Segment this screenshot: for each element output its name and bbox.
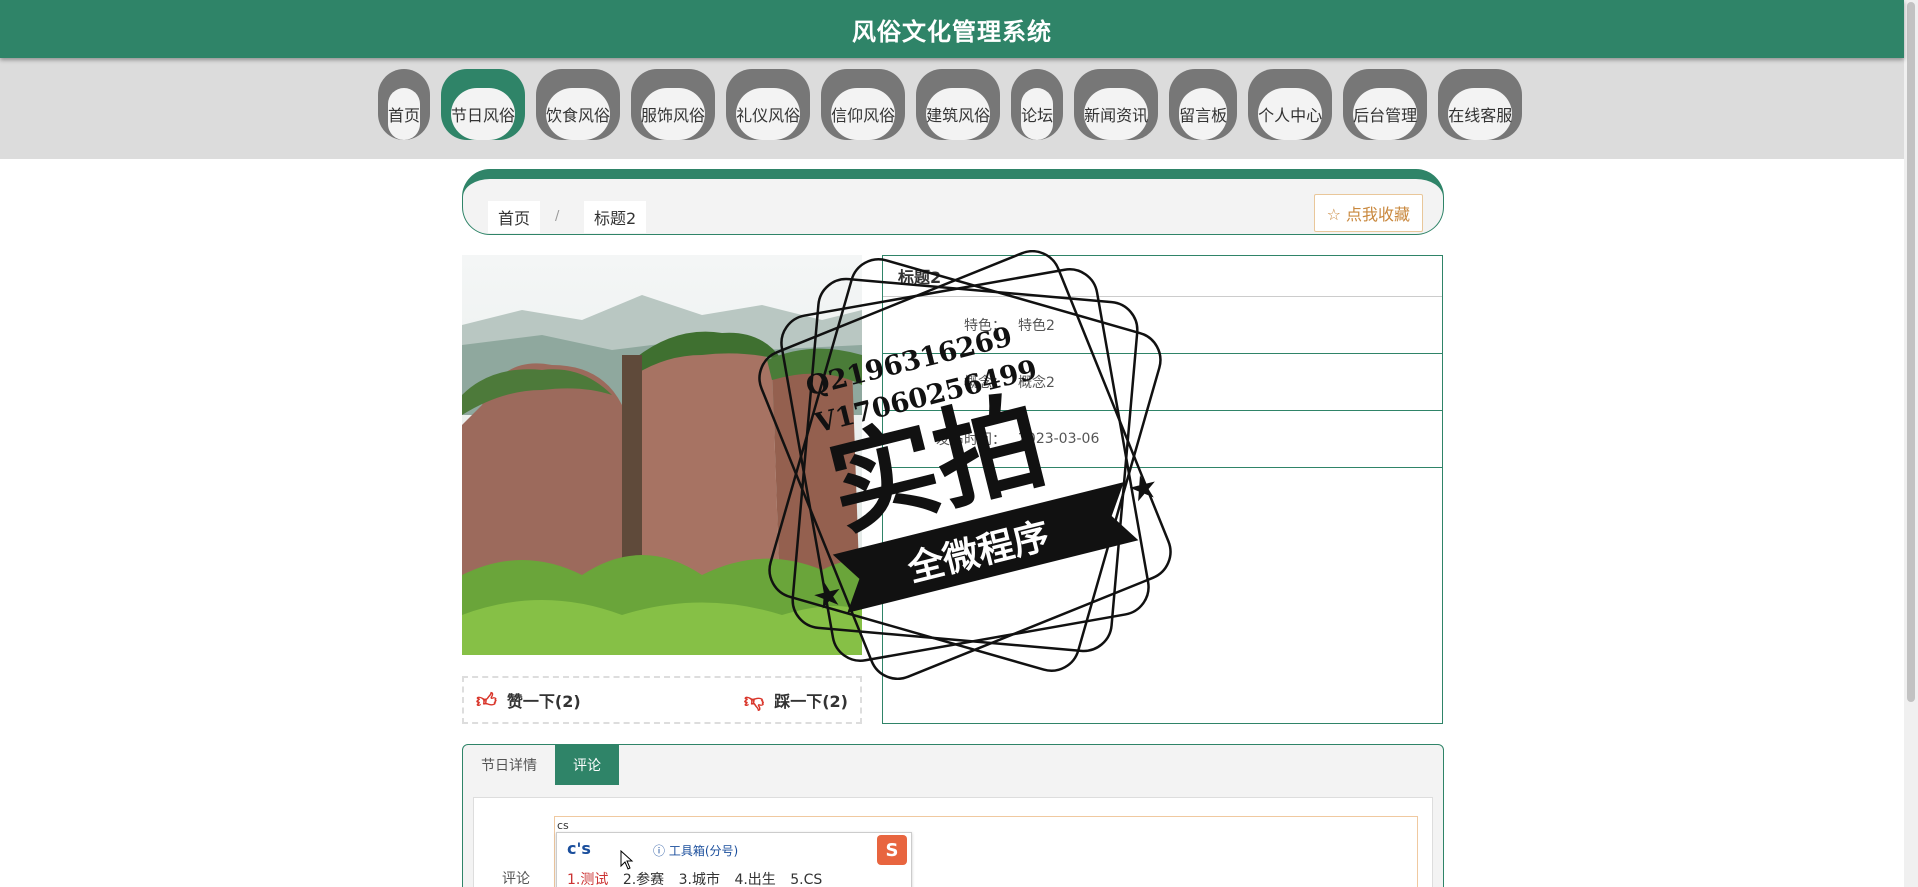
site-title: 风俗文化管理系统 (852, 17, 1052, 46)
nav-bar: 首页 节日风俗 饮食风俗 服饰风俗 礼仪风俗 信仰风俗 建筑风俗 论坛 新闻资讯 留言板 个人中心后… (0, 58, 1904, 159)
info-row: 发布时间： 2023-03-06 (883, 411, 1442, 468)
tab-comments[interactable]: 评论 (555, 745, 619, 785)
ime-popup: cs c's ⓘ 工具箱(分号) S 1.测试 2.参赛 3.城市 4.出生 5… (556, 819, 912, 887)
nav-item[interactable]: 个人中心 (1248, 69, 1333, 140)
like-label: 赞一下(2) (506, 692, 581, 711)
top-header: 风俗文化管理系统 (0, 0, 1904, 58)
nav-menu: 首页 节日风俗 饮食风俗 服饰风俗 礼仪风俗 信仰风俗 建筑风俗 论坛 新闻资讯 留言板 个人中心后… (378, 69, 1533, 140)
comment-label: 评论 (502, 871, 530, 887)
breadcrumb-home[interactable]: 首页 (488, 201, 541, 233)
like-button[interactable]: 👍︎ 赞一下(2) (476, 688, 581, 713)
vote-bar: 👍︎ 赞一下(2) 👎︎ 踩一下(2) (462, 676, 862, 724)
favorite-button[interactable]: ☆ 点我收藏 (1313, 194, 1423, 232)
nav-item[interactable]: 礼仪风俗 (726, 69, 811, 140)
feature-photo (462, 255, 862, 655)
nav-item[interactable]: 在线客服 (1438, 69, 1523, 140)
breadcrumb-separator: / (555, 209, 560, 224)
ime-candidate[interactable]: 2.参赛 (623, 872, 664, 887)
mouse-cursor-icon (620, 850, 634, 870)
dislike-label: 踩一下(2) (774, 692, 848, 711)
nav-item[interactable]: 饮食风俗 (536, 69, 621, 140)
nav-item[interactable]: 节日风俗 (441, 69, 526, 140)
dislike-button[interactable]: 👎︎ 踩一下(2) (744, 688, 848, 713)
nav-item-label: 首页 (388, 88, 421, 140)
nav-item-label: 留言板 (1179, 88, 1228, 140)
ime-candidate[interactable]: 3.城市 (679, 872, 720, 887)
nav-item-label: 信仰风俗 (831, 88, 896, 140)
ime-toolbox[interactable]: ⓘ 工具箱(分号) (653, 842, 738, 859)
breadcrumb-current[interactable]: 标题2 (584, 201, 647, 233)
info-title: 标题2 (883, 256, 1442, 297)
nav-item[interactable]: 信仰风俗 (821, 69, 906, 140)
info-row: 概念： 概念2 (883, 354, 1442, 411)
page-scrollbar[interactable] (1904, 0, 1918, 887)
ime-candidates: 1.测试 2.参赛 3.城市 4.出生 5.CS (567, 869, 832, 887)
nav-item[interactable]: 服饰风俗 (631, 69, 716, 140)
ime-composition: c's (567, 839, 591, 858)
breadcrumb: 首页 / 标题2 ☆ 点我收藏 (462, 169, 1444, 235)
info-value: 概念2 (1018, 375, 1055, 391)
info-value: 2023-03-06 (1018, 431, 1100, 447)
thumbs-up-icon: 👍︎ (476, 687, 497, 712)
scrollbar-thumb[interactable] (1907, 2, 1915, 702)
nav-item-label: 后台管理 (1353, 88, 1418, 140)
nav-item-label: 在线客服 (1448, 88, 1513, 140)
nav-item-label: 个人中心 (1258, 88, 1323, 140)
info-panel: 标题2 特色： 特色2 概念： 概念2 发布时间： 2023-03-06 (882, 255, 1443, 724)
nav-item[interactable]: 后台管理 (1343, 69, 1428, 140)
tab-festival-detail[interactable]: 节日详情 (463, 745, 555, 785)
sogou-logo-icon: S (877, 835, 907, 865)
info-key: 特色： (964, 318, 1006, 334)
ime-candidate[interactable]: 1.测试 (567, 872, 608, 887)
nav-item-label: 饮食风俗 (546, 88, 611, 140)
nav-item[interactable]: 新闻资讯 (1074, 69, 1159, 140)
nav-item[interactable]: 留言板 (1169, 69, 1238, 140)
ime-toolbox-label: 工具箱(分号) (668, 844, 739, 858)
ime-candidate[interactable]: 4.出生 (734, 872, 775, 887)
nav-item-label: 论坛 (1021, 88, 1054, 140)
nav-item-label: 建筑风俗 (926, 88, 991, 140)
nav-item[interactable]: 首页 (378, 69, 431, 140)
info-row: 特色： 特色2 (883, 297, 1442, 354)
nav-item-label: 礼仪风俗 (736, 88, 801, 140)
nav-item[interactable]: 建筑风俗 (916, 69, 1001, 140)
nav-item-label: 节日风俗 (451, 88, 516, 140)
ime-candidate[interactable]: 5.CS (790, 872, 822, 887)
info-key: 概念： (964, 375, 1006, 391)
info-value: 特色2 (1018, 318, 1055, 334)
info-key: 发布时间： (936, 432, 1006, 448)
nav-item-label: 新闻资讯 (1084, 88, 1149, 140)
nav-item-label: 服饰风俗 (641, 88, 706, 140)
ime-typed: cs (557, 819, 569, 832)
thumbs-down-icon: 👎︎ (743, 687, 765, 712)
nav-item[interactable]: 论坛 (1011, 69, 1064, 140)
